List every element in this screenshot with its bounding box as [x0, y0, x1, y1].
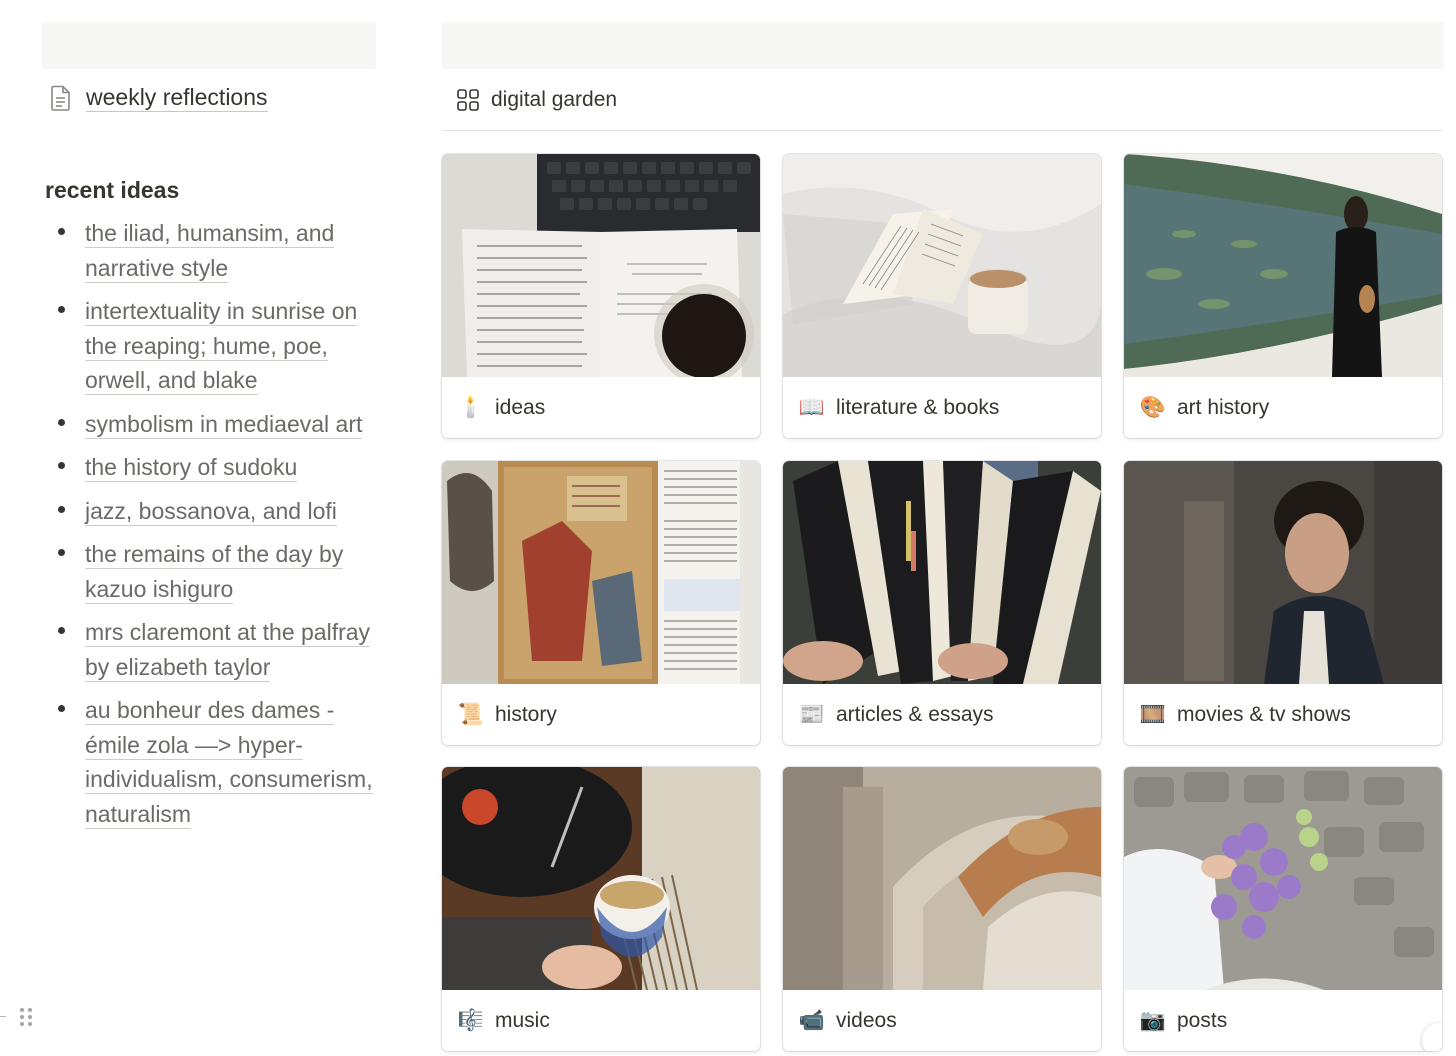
card-caption: 📖 literature & books: [783, 377, 1101, 438]
gallery-card-posts[interactable]: 📷 posts: [1124, 767, 1442, 1051]
list-item: the history of sudoku: [42, 450, 376, 485]
card-cover-image: [1124, 767, 1442, 990]
left-cover-strip: [42, 22, 376, 69]
gallery-grid-icon: [456, 88, 480, 112]
list-item: au bonheur des dames - émile zola —> hyp…: [42, 693, 376, 831]
card-cover-image: [783, 461, 1101, 684]
weekly-reflections-link[interactable]: weekly reflections: [42, 81, 376, 115]
idea-link[interactable]: jazz, bossanova, and lofi: [85, 497, 337, 526]
idea-link[interactable]: symbolism in mediaeval art: [85, 410, 363, 439]
gallery-card-music[interactable]: 🎼 music: [442, 767, 760, 1051]
open-book-icon: 📖: [798, 395, 826, 419]
card-title: ideas: [495, 395, 546, 419]
card-title: videos: [836, 1008, 897, 1032]
list-item: the iliad, humansim, and narrative style: [42, 216, 376, 285]
list-item: symbolism in mediaeval art: [42, 407, 376, 442]
right-cover-strip: [442, 22, 1444, 69]
newspaper-icon: 📰: [798, 702, 826, 726]
left-column: weekly reflections recent ideas the ilia…: [42, 22, 376, 840]
gallery-card-history[interactable]: 📜 history: [442, 461, 760, 745]
idea-link[interactable]: the iliad, humansim, and narrative style: [85, 220, 335, 283]
musical-score-icon: 🎼: [457, 1008, 485, 1032]
scroll-icon: 📜: [457, 702, 485, 726]
card-cover-image: [442, 461, 760, 684]
idea-link[interactable]: intertextuality in sunrise on the reapin…: [85, 298, 358, 395]
card-caption: 📷 posts: [1124, 990, 1442, 1051]
gallery-card-videos[interactable]: 📹 videos: [783, 767, 1101, 1051]
list-item: mrs claremont at the palfray by elizabet…: [42, 615, 376, 684]
card-cover-image: [783, 767, 1101, 990]
idea-link[interactable]: mrs claremont at the palfray by elizabet…: [85, 619, 371, 682]
recent-ideas-list: the iliad, humansim, and narrative style…: [42, 216, 376, 831]
document-icon: [50, 85, 72, 111]
card-caption: 📹 videos: [783, 990, 1101, 1051]
film-frames-icon: 🎞️: [1139, 702, 1167, 726]
gallery-card-literature-books[interactable]: 📖 literature & books: [783, 154, 1101, 438]
card-title: posts: [1177, 1008, 1228, 1032]
gallery-card-ideas[interactable]: 🕯️ ideas: [442, 154, 760, 438]
card-cover-image: [1124, 461, 1442, 684]
card-caption: 🎞️ movies & tv shows: [1124, 684, 1442, 745]
gallery-card-art-history[interactable]: 🎨 art history: [1124, 154, 1442, 438]
card-title: movies & tv shows: [1177, 702, 1351, 726]
card-title: history: [495, 702, 557, 726]
right-column: digital garden 🕯️ ideas 📖 literature & b…: [442, 22, 1456, 1051]
list-item: intertextuality in sunrise on the reapin…: [42, 294, 376, 398]
gallery-card-movies-tv-shows[interactable]: 🎞️ movies & tv shows: [1124, 461, 1442, 745]
card-title: articles & essays: [836, 702, 994, 726]
card-title: literature & books: [836, 395, 1000, 419]
gallery-card-articles-essays[interactable]: 📰 articles & essays: [783, 461, 1101, 745]
card-cover-image: [783, 154, 1101, 377]
camera-icon: 📷: [1139, 1008, 1167, 1032]
database-header[interactable]: digital garden: [442, 69, 1442, 131]
idea-link[interactable]: the history of sudoku: [85, 454, 298, 482]
idea-link[interactable]: au bonheur des dames - émile zola —> hyp…: [85, 697, 373, 829]
card-title: art history: [1177, 395, 1270, 419]
palette-icon: 🎨: [1139, 395, 1167, 419]
list-item: jazz, bossanova, and lofi: [42, 494, 376, 529]
idea-link[interactable]: the remains of the day by kazuo ishiguro: [85, 541, 344, 604]
card-caption: 📰 articles & essays: [783, 684, 1101, 745]
video-camera-icon: 📹: [798, 1008, 826, 1032]
divider-mark: [0, 1016, 6, 1017]
drag-handle-icon[interactable]: [18, 1006, 34, 1028]
card-caption: 📜 history: [442, 684, 760, 745]
card-title: music: [495, 1008, 550, 1032]
card-cover-image: [442, 767, 760, 990]
card-cover-image: [442, 154, 760, 377]
card-caption: 🎼 music: [442, 990, 760, 1051]
recent-ideas-heading: recent ideas: [45, 177, 180, 203]
card-caption: 🕯️ ideas: [442, 377, 760, 438]
candle-icon: 🕯️: [457, 395, 485, 419]
card-cover-image: [1124, 154, 1442, 377]
card-caption: 🎨 art history: [1124, 377, 1442, 438]
list-item: the remains of the day by kazuo ishiguro: [42, 537, 376, 606]
database-title: digital garden: [491, 87, 618, 111]
weekly-reflections-label: weekly reflections: [86, 84, 268, 112]
